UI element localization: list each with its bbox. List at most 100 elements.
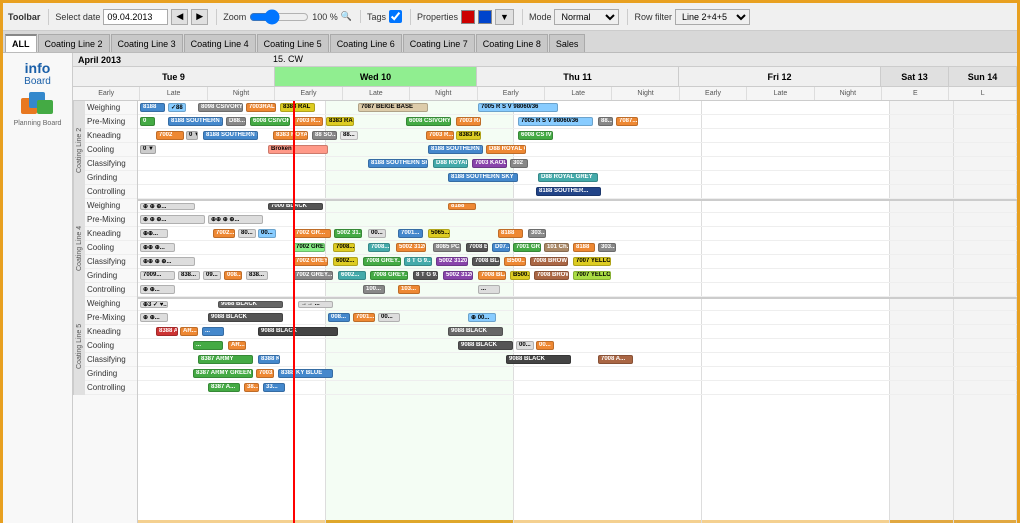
bar-pm-7003b-l2[interactable]: 7003 RAL <box>456 117 481 126</box>
tab-sales[interactable]: Sales <box>549 34 586 52</box>
bar-class-8387army-l5[interactable]: 8387 ARMY <box>198 355 253 364</box>
bar-grind-838-l4[interactable]: 838... <box>178 271 200 280</box>
bar-w-arrows-l5[interactable]: →→ ... <box>298 301 333 309</box>
bar-grind-8388kyblue-l5[interactable]: 8388 KY BLUE <box>278 369 333 378</box>
bar-class-b500-l4[interactable]: B500... <box>504 257 526 266</box>
bar-kn-7002grey-l4[interactable]: 7002 GR... <box>293 229 331 238</box>
bar-pm-7003-l2[interactable]: 7003 R... <box>293 117 323 126</box>
bar-ctrl-103-l4[interactable]: 103... <box>398 285 420 294</box>
bar-grind-7008bl-l4[interactable]: 7008 BLACK <box>478 271 506 280</box>
bar-pm-l4b[interactable]: ⊕⊕ ⊕ ⊕... <box>208 215 263 224</box>
bar-kn-00-l4[interactable]: 00... <box>258 229 276 238</box>
bar-kn-8383ral-l2[interactable]: 8383 RA... <box>456 131 481 140</box>
bar-grind-l4a[interactable]: 7009... <box>140 271 175 280</box>
bar-kn-l4a[interactable]: ⊕⊕... <box>140 229 168 238</box>
bar-class-9088-l5[interactable]: 9088 BLACK <box>506 355 571 364</box>
bar-w-l5a[interactable]: ⊕3 ✓ ♥... <box>140 301 168 309</box>
bar-grind-7007yel-l4[interactable]: 7007 YELLO... <box>573 271 611 280</box>
bar-pm-9088black-l5[interactable]: 9088 BLACK <box>208 313 283 322</box>
bar-pm-7005-l2[interactable]: 7005 R S V 98060/36 <box>518 117 593 126</box>
bar-class-7008grey-l4[interactable]: 7008 GREY... <box>363 257 401 266</box>
bar-class-5002-l4b[interactable]: 5002 3120082-P... <box>436 257 468 266</box>
bar-kn-9088black-l5[interactable]: 9088 BLACK <box>258 327 338 336</box>
bar-cl-7003kaolin-l2[interactable]: 7003 KAOLIN <box>472 159 507 168</box>
bar-kn-9088bl-l5b[interactable]: 9088 BLACK <box>448 327 503 336</box>
bar-kn-blue-l5[interactable]: ... <box>202 327 224 336</box>
tab-coating-line-6[interactable]: Coating Line 6 <box>330 34 402 52</box>
color-red-box[interactable] <box>461 10 475 24</box>
bar-class-8tg9-l4[interactable]: 8 T G 9... <box>404 257 432 266</box>
bar-cool-d88royal-l2[interactable]: D88 ROYAL GREY <box>486 145 526 154</box>
bar-kn-d88b-l2[interactable]: 88... <box>340 131 358 140</box>
tags-checkbox[interactable] <box>389 10 402 23</box>
bar-pm-l5a[interactable]: ⊕ ⊕... <box>140 313 168 322</box>
bar-pm-7001-l5[interactable]: 7001... <box>353 313 375 322</box>
bar-pm-6008-l2[interactable]: 6008 CSIVORY <box>406 117 451 126</box>
bar-7005rsv-l2[interactable]: 7005 R S V 98060/36 <box>478 103 558 112</box>
bar-w-8188-l4[interactable]: 8188 <box>448 203 476 211</box>
bar-cool-00b-l5[interactable]: 00... <box>536 341 554 350</box>
bar-kn-7002-l4[interactable]: 7002... <box>213 229 235 238</box>
bar-cool-8188b-l4[interactable]: 8188 <box>573 243 595 252</box>
bar-grind-7008grey-l4[interactable]: 7008 GREY... <box>370 271 408 280</box>
bar-cool-ar-l5[interactable]: AR... <box>228 341 246 350</box>
bar-gr-d88royal-l2[interactable]: D88 ROYAL GREY <box>538 173 598 182</box>
date-input[interactable] <box>103 9 168 25</box>
bar-w-9088black-l5[interactable]: 9088 BLACK <box>218 301 283 309</box>
bar-v88-l2[interactable]: ✓88 <box>168 103 186 112</box>
bar-ctrl-l4a[interactable]: ⊕ ⊕... <box>140 285 175 294</box>
bar-kn-80-l4[interactable]: 80... <box>238 229 256 238</box>
bar-kn-5065-l4[interactable]: 5065... <box>428 229 450 238</box>
date-next-button[interactable]: ▶ <box>191 9 208 25</box>
bar-cool-d07-l4[interactable]: D07... <box>492 243 510 252</box>
bar-8188-l2[interactable]: 8188 <box>140 103 165 112</box>
tab-coating-line-7[interactable]: Coating Line 7 <box>403 34 475 52</box>
bar-ctrl-8188-l4b[interactable]: ... <box>478 285 500 294</box>
bar-kn-8188sky-l2[interactable]: 8188 SOUTHERN SKY <box>203 131 258 140</box>
bar-kn-6008-l2b[interactable]: 6008 CS IVORY <box>518 131 553 140</box>
bar-grind-5002-l4[interactable]: 5002 3120082... <box>443 271 473 280</box>
tab-coating-line-8[interactable]: Coating Line 8 <box>476 34 548 52</box>
bar-cool-7008b-l4[interactable]: 7008... <box>368 243 390 252</box>
bar-grind-8387army-l5[interactable]: 8387 ARMY GREEN <box>193 369 253 378</box>
bar-cl-302-l2[interactable]: 302 <box>510 159 528 168</box>
bar-cool-303b-l4[interactable]: 303... <box>598 243 616 252</box>
tab-coating-line-4[interactable]: Coating Line 4 <box>184 34 256 52</box>
bar-pm-7087-l2[interactable]: 7087... <box>616 117 638 126</box>
properties-dropdown[interactable]: ▼ <box>495 9 514 25</box>
date-prev-button[interactable]: ◀ <box>171 9 188 25</box>
bar-cool-7008-l4[interactable]: 7008... <box>333 243 355 252</box>
bar-kn-7002-l2[interactable]: 7002 <box>156 131 184 140</box>
bar-ctrl-100-l4[interactable]: 100... <box>363 285 385 294</box>
bar-kn-8388ar-l5[interactable]: 8388 AR... <box>156 327 178 336</box>
bar-grind-6002-l4[interactable]: 6002... <box>338 271 366 280</box>
bar-pm-l2a[interactable]: 0 <box>140 117 155 126</box>
bar-cool-9088-l5[interactable]: 9088 BLACK <box>458 341 513 350</box>
bar-kn-7003r-l2[interactable]: 7003 R... <box>426 131 454 140</box>
bar-kn-ar-l5[interactable]: AR... <box>180 327 198 336</box>
mode-select[interactable]: Normal Extended <box>554 9 619 25</box>
bar-kn-5002-l4[interactable]: 5002 31... <box>334 229 362 238</box>
bar-7003ral-l2a[interactable]: 7003RAL <box>246 103 276 112</box>
bar-ctrl-8188south-l2[interactable]: 8188 SOUTHER... <box>536 187 601 196</box>
bar-class-7007yello-l4[interactable]: 7007 YELLO... <box>573 257 611 266</box>
bar-cl-d88royal-l2[interactable]: D88 ROYAL GREY <box>433 159 468 168</box>
bar-cool-8188sky-l2b[interactable]: 8188 SOUTHERN SKY <box>428 145 483 154</box>
bar-cool-8085-l4[interactable]: 8085 PC... <box>433 243 461 252</box>
bar-kn-8383royal-l2[interactable]: 8383 ROYAL... <box>273 131 308 140</box>
bar-cool-101ch-l4[interactable]: 101 Ch... <box>544 243 569 252</box>
bar-8383ral-l2[interactable]: 8383 RAL <box>280 103 315 112</box>
bar-grind-838b-l4[interactable]: 838... <box>246 271 268 280</box>
bar-pm-southern-l2[interactable]: 8188 SOUTHERN SKY <box>168 117 223 126</box>
bar-grind-8tg9-l4[interactable]: 8 T G 9... <box>413 271 438 280</box>
bar-cool-l4a[interactable]: ⊕⊕ ⊕... <box>140 243 175 252</box>
bar-class-7008bl-l4b[interactable]: 7008 BLACK <box>472 257 500 266</box>
bar-kn-00b-l4[interactable]: 00... <box>368 229 386 238</box>
bar-cool-0v-l2[interactable]: 0 ▼ <box>140 145 156 154</box>
bar-cool-7002grey-l4[interactable]: 7002 GREY... <box>293 243 325 252</box>
bar-gr-8188sky-l2[interactable]: 8188 SOUTHERN SKY <box>448 173 518 182</box>
bar-pm-88b-l2[interactable]: 88... <box>598 117 613 126</box>
bar-ctrl-8387army-l5[interactable]: 8387 A... <box>208 383 240 392</box>
tab-all[interactable]: ALL <box>5 34 37 52</box>
bar-kn-8188-l4b[interactable]: 8188 <box>498 229 523 238</box>
